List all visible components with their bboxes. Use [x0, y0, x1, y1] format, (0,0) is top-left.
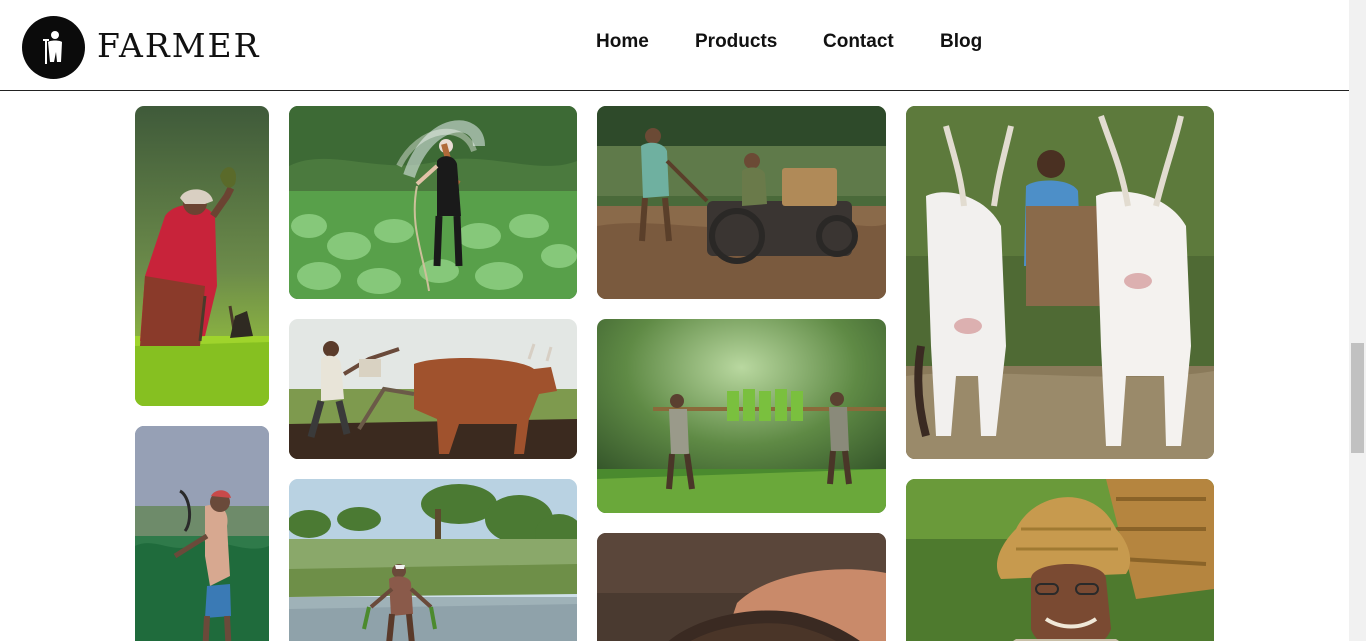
photo-woman-watering-field[interactable]: [289, 106, 577, 299]
photo-carrying-rice-seedlings[interactable]: [597, 319, 886, 513]
nav-home[interactable]: Home: [596, 31, 649, 53]
photo-tiller-flooded-field[interactable]: [597, 106, 886, 299]
photo-farmer-planting-paddy[interactable]: [289, 479, 577, 641]
photo-ploughing-with-ox[interactable]: [289, 319, 577, 459]
photo-bullock-cart[interactable]: [906, 106, 1214, 459]
nav-contact[interactable]: Contact: [823, 31, 894, 53]
photo-woman-planting-rice[interactable]: [135, 106, 269, 406]
page-scrollbar[interactable]: [1349, 0, 1366, 641]
photo-farmer-with-sickle[interactable]: [135, 426, 269, 641]
photo-hand-holding-soil[interactable]: [597, 533, 886, 641]
farmer-silhouette-icon[interactable]: [22, 16, 85, 79]
nav-blog[interactable]: Blog: [940, 31, 982, 53]
photo-elderly-farmer-straw-hat[interactable]: [906, 479, 1214, 641]
brand-name[interactable]: FARMER: [97, 26, 260, 65]
nav-products[interactable]: Products: [695, 31, 777, 53]
scrollbar-thumb[interactable]: [1351, 343, 1364, 453]
site-header: FARMER Home Products Contact Blog: [0, 0, 1349, 91]
